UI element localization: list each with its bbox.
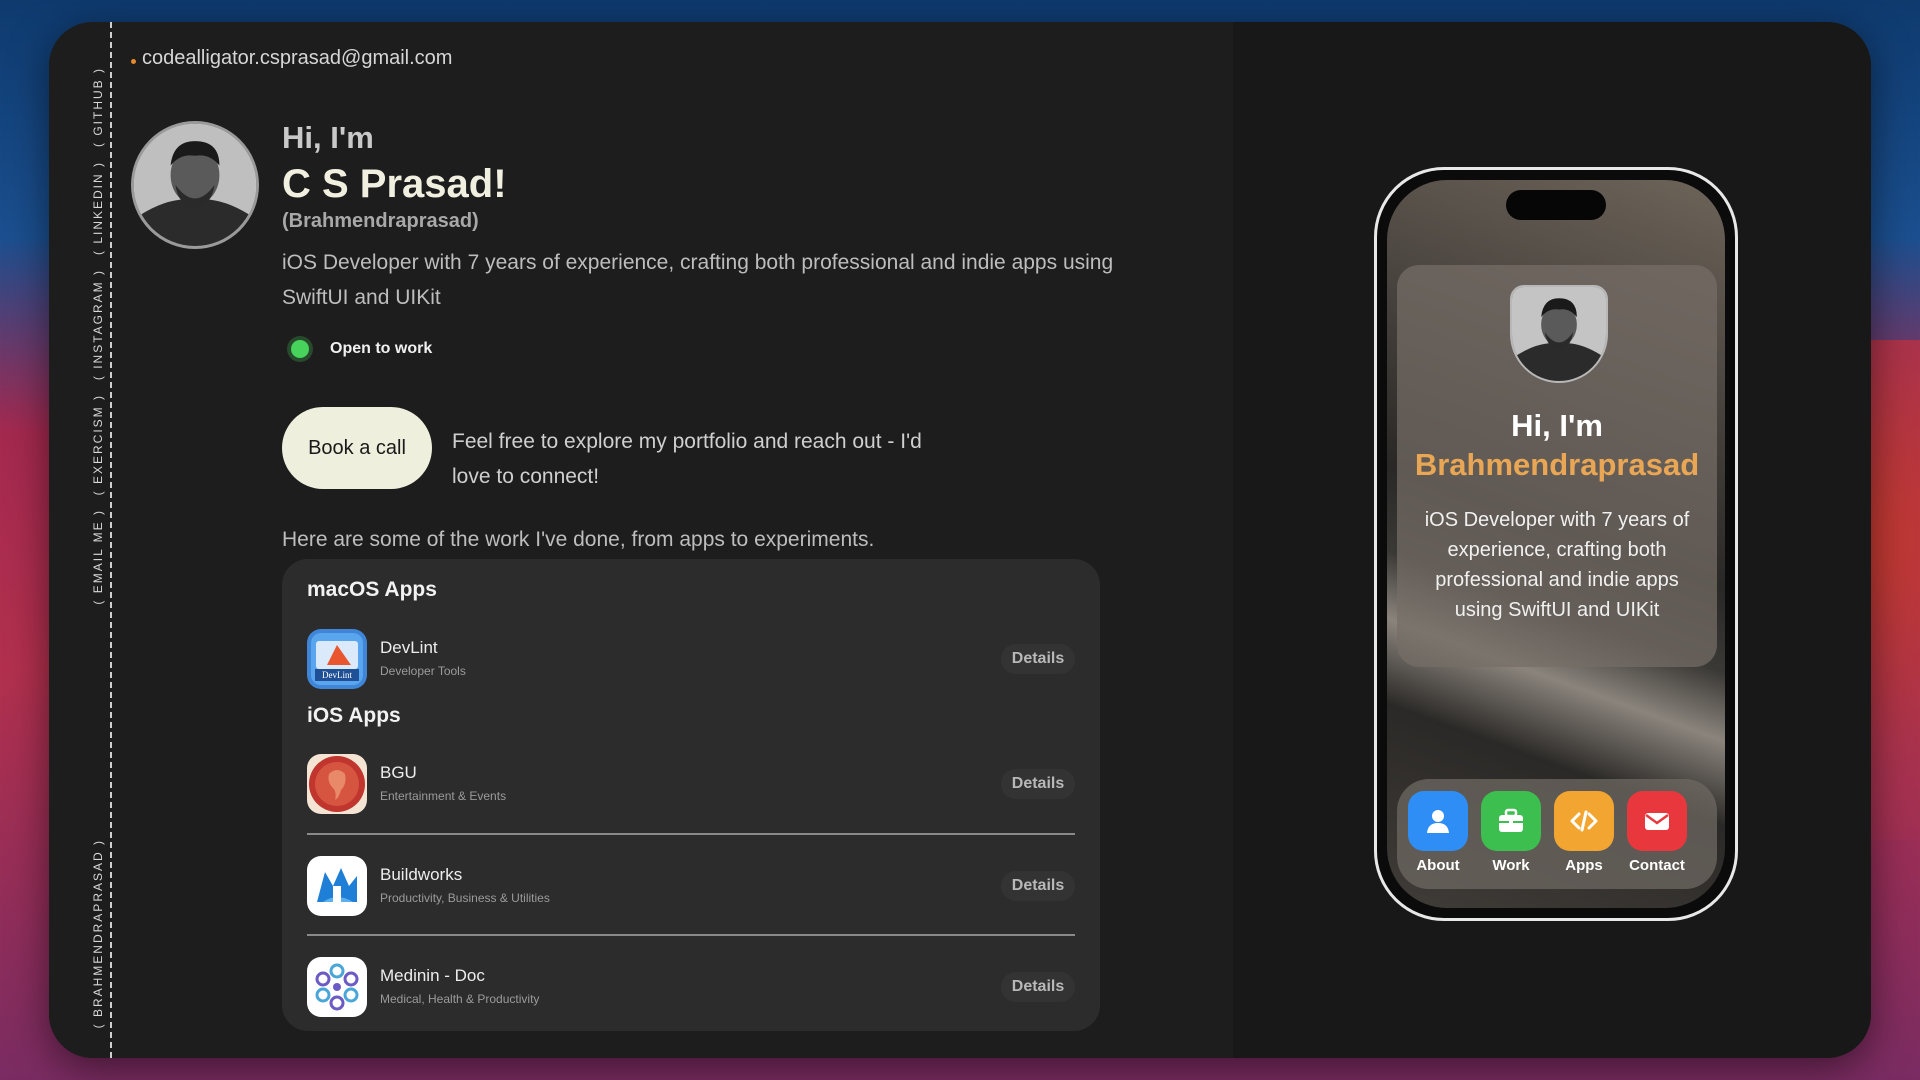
dynamic-island [1506,190,1606,220]
phone-profile-card: Hi, I'm Brahmendraprasad iOS Developer w… [1397,265,1717,667]
medinin-icon [307,957,367,1017]
devlint-icon: DevLint [307,629,367,689]
vertical-nav: ( EMAIL ME ) ( EXERCISM ) ( INSTAGRAM ) … [88,60,108,670]
work-intro: Here are some of the work I've done, fro… [282,528,875,551]
details-button-devlint[interactable]: Details [1001,644,1075,674]
nav-github-link[interactable]: ( GITHUB ) [91,67,105,147]
app-category: Developer Tools [380,664,466,678]
phone-mockup: Hi, I'm Brahmendraprasad iOS Developer w… [1374,167,1738,921]
book-a-call-button[interactable]: Book a call [282,407,432,489]
apps-card: macOS Apps DevLint DevLint Developer Too… [282,559,1100,1031]
section-title-macos: macOS Apps [307,578,437,601]
details-button-bgu[interactable]: Details [1001,769,1075,799]
profile-alias: (Brahmendraprasad) [282,210,479,232]
vertical-nav-footer: ( BRAHMENDRAPRASAD ) [88,832,108,1047]
phone-name: Brahmendraprasad [1414,447,1700,482]
avatar [131,121,259,249]
divider [307,934,1075,936]
profile-bio: iOS Developer with 7 years of experience… [282,251,1114,309]
dock-item-work[interactable]: Work [1480,791,1542,874]
portrait-image [134,124,256,246]
nav-exercism-link[interactable]: ( EXERCISM ) [91,394,105,495]
app-window: ( EMAIL ME ) ( EXERCISM ) ( INSTAGRAM ) … [49,22,1871,1058]
phone-greeting: Hi, I'm [1511,408,1603,443]
cta-note: Feel free to explore my portfolio and re… [452,430,922,488]
svg-text:DevLint: DevLint [322,670,352,680]
bgu-icon [307,754,367,814]
envelope-icon [1627,791,1687,851]
app-category: Entertainment & Events [380,789,507,803]
status-indicator-icon [291,340,309,358]
person-icon [1408,791,1468,851]
app-row-devlint: DevLint DevLint Developer Tools Details [307,629,1075,691]
phone-avatar [1510,285,1608,383]
dock-item-apps[interactable]: Apps [1553,791,1615,874]
vertical-divider [110,22,112,1058]
dock-label: Contact [1629,857,1685,874]
details-button-medinin[interactable]: Details [1001,972,1075,1002]
portrait-image [1512,287,1606,381]
dock-label: Work [1492,857,1530,874]
email-dot-icon [131,59,136,64]
app-name: Buildworks [380,865,463,884]
dock-label: Apps [1565,857,1603,874]
app-row-buildworks: Buildworks Productivity, Business & Util… [307,856,1075,918]
nav-email-me-link[interactable]: ( EMAIL ME ) [91,509,105,605]
greeting: Hi, I'm [282,120,374,155]
phone-bio: iOS Developer with 7 years of experience… [1424,509,1690,621]
app-name: DevLint [380,638,438,657]
app-category: Medical, Health & Productivity [380,992,540,1006]
app-row-bgu: BGU Entertainment & Events Details [307,754,1075,816]
dock-item-contact[interactable]: Contact [1626,791,1688,874]
divider [307,833,1075,835]
section-title-ios: iOS Apps [307,704,401,727]
app-name: Medinin - Doc [380,966,485,985]
details-button-buildworks[interactable]: Details [1001,871,1075,901]
app-category: Productivity, Business & Utilities [380,891,550,905]
dock-item-about[interactable]: About [1407,791,1469,874]
code-icon [1554,791,1614,851]
dock-label: About [1416,857,1460,874]
left-panel: ( EMAIL ME ) ( EXERCISM ) ( INSTAGRAM ) … [49,22,1233,1058]
app-row-medinin: Medinin - Doc Medical, Health & Producti… [307,957,1075,1019]
nav-instagram-link[interactable]: ( INSTAGRAM ) [91,269,105,380]
nav-brahmendraprasad-label: ( BRAHMENDRAPRASAD ) [91,839,105,1029]
buildworks-icon [307,856,367,916]
profile-name: C S Prasad! [282,162,507,206]
phone-screen: Hi, I'm Brahmendraprasad iOS Developer w… [1387,180,1725,908]
briefcase-icon [1481,791,1541,851]
nav-linkedin-link[interactable]: ( LINKEDIN ) [91,161,105,255]
status-label: Open to work [330,340,433,357]
app-name: BGU [380,763,417,782]
phone-dock: About Work Apps Contact [1397,779,1717,889]
email-link[interactable]: codealligator.csprasad@gmail.com [142,47,452,70]
